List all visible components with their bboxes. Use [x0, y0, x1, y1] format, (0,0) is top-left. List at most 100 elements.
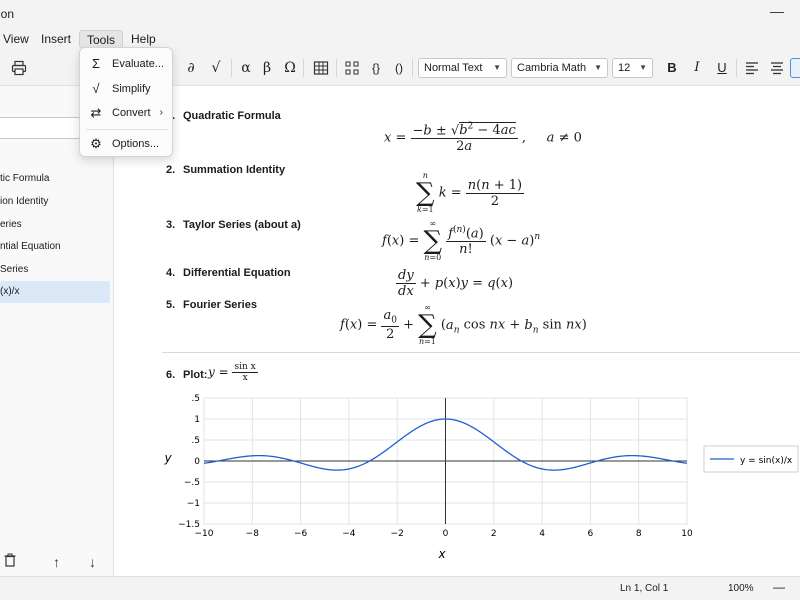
menu-help[interactable]: Help — [124, 30, 163, 48]
italic-button[interactable]: I — [688, 58, 706, 78]
section-title: Fourier Series — [183, 299, 257, 311]
chevron-down-icon: ▼ — [639, 63, 647, 72]
menu-view[interactable]: View — [0, 30, 36, 48]
x-tick-label: 6 — [588, 529, 594, 539]
y-tick-label: .5 — [191, 436, 200, 446]
legend-label: y = sin(x)/x — [740, 456, 793, 466]
arrow-down-icon[interactable]: ↓ — [89, 554, 96, 570]
size-dropdown-value: 12 — [618, 62, 631, 74]
quadratic-formula-equation: x = −b ± √b2 − 4ac 2a , a ≠ 0 — [384, 122, 582, 155]
x-tick-label: 10 — [681, 529, 693, 539]
tools-dropdown-menu: Σ Evaluate... √ Simplify ⇄ Convert › ⚙ O… — [79, 47, 173, 157]
x-tick-label: 0 — [443, 529, 449, 539]
style-dropdown[interactable]: Normal Text ▼ — [418, 58, 507, 78]
arrow-up-icon[interactable]: ↑ — [53, 554, 60, 570]
font-dropdown[interactable]: Cambria Math ▼ — [511, 58, 608, 78]
menu-item-label: Evaluate... — [112, 58, 164, 70]
zoom-out-button[interactable]: — — [773, 580, 785, 594]
x-tick-label: −10 — [195, 529, 214, 539]
menu-tools[interactable]: Tools — [79, 30, 124, 48]
legend: y = sin(x)/x — [703, 445, 799, 473]
differential-equation: dy dx + p(x)y = q(x) — [396, 268, 514, 299]
x-tick-label: 4 — [539, 529, 545, 539]
braces-button[interactable]: {} — [367, 58, 385, 78]
sidebar: s tic Formula ion Identity eries ntial E… — [0, 86, 114, 576]
toolbar-divider — [336, 59, 337, 77]
y-tick-label: 0 — [194, 457, 200, 467]
chevron-down-icon: ▼ — [493, 63, 501, 72]
cursor-position: Ln 1, Col 1 — [620, 583, 669, 594]
swap-arrows-icon: ⇄ — [90, 105, 102, 120]
section-title: Plot: — [183, 369, 208, 381]
gear-icon: ⚙ — [90, 136, 102, 151]
menu-item-evaluate[interactable]: Σ Evaluate... — [80, 52, 172, 76]
x-tick-label: −6 — [294, 529, 308, 539]
sigma-icon: Σ — [91, 56, 101, 71]
beta-symbol-button[interactable]: β — [258, 58, 276, 78]
trash-icon[interactable] — [4, 553, 16, 570]
alpha-symbol-button[interactable]: α — [237, 58, 255, 78]
section-title: Summation Identity — [183, 164, 286, 176]
toolbar-divider — [736, 59, 737, 77]
menu-insert[interactable]: Insert — [34, 30, 78, 48]
sidebar-item[interactable]: ntial Equation — [0, 236, 110, 258]
bold-button[interactable]: B — [663, 58, 681, 78]
align-right-icon[interactable] — [790, 58, 800, 78]
search-input[interactable]: s — [0, 117, 90, 139]
align-center-icon[interactable] — [768, 58, 786, 78]
omega-symbol-button[interactable]: Ω — [281, 58, 299, 78]
chevron-down-icon: ▼ — [594, 63, 602, 72]
menu-item-label: Simplify — [112, 83, 151, 95]
menu-item-convert[interactable]: ⇄ Convert › — [80, 101, 172, 125]
font-dropdown-value: Cambria Math — [517, 62, 587, 74]
align-left-icon[interactable] — [743, 58, 761, 78]
menu-item-label: Options... — [112, 138, 160, 150]
menu-divider — [86, 129, 168, 130]
sidebar-item[interactable]: tic Formula — [0, 168, 110, 190]
x-tick-label: −4 — [342, 529, 356, 539]
zoom-level: 100% — [728, 583, 754, 594]
section-number: 5. — [166, 299, 176, 311]
x-tick-label: −8 — [246, 529, 260, 539]
y-tick-labels: −1.5 −1 −.5 0 .5 1 .5 — [178, 394, 200, 530]
underline-button[interactable]: U — [713, 58, 731, 78]
section-number: 2. — [166, 164, 176, 176]
sidebar-item[interactable]: eries — [0, 214, 110, 236]
x-tick-labels: −10 −8 −6 −4 −2 0 2 4 6 8 10 — [195, 529, 693, 539]
table-icon[interactable] — [312, 58, 330, 78]
sinc-plot[interactable]: −10 −8 −6 −4 −2 0 2 4 6 8 10 −1.5 −1 −.5 0 .5 1 .5 x y y… — [114, 386, 800, 566]
sidebar-item-selected[interactable]: (x)/x — [0, 281, 110, 303]
sidebar-item[interactable]: ion Identity — [0, 191, 110, 213]
menu-item-options[interactable]: ⚙ Options... — [80, 132, 172, 156]
fourier-series-equation: f(x) = a0 2 + ∞ ∑ n=1 (an cos nx + bn sin n… — [340, 303, 587, 346]
x-tick-label: 8 — [636, 529, 642, 539]
print-icon[interactable] — [10, 58, 28, 78]
size-dropdown[interactable]: 12 ▼ — [612, 58, 653, 78]
sidebar-item[interactable]: Series — [0, 259, 110, 281]
sqrt-icon: √ — [92, 81, 100, 96]
title-bar: ion — — [0, 0, 800, 28]
menu-item-label: Convert — [112, 107, 151, 119]
y-tick-label: 1 — [194, 415, 200, 425]
style-dropdown-value: Normal Text — [424, 62, 483, 74]
window-title: ion — [0, 7, 15, 21]
toolbar-divider — [231, 59, 232, 77]
x-tick-label: 2 — [491, 529, 497, 539]
menu-item-simplify[interactable]: √ Simplify — [80, 77, 172, 101]
section-divider — [162, 352, 800, 353]
y-axis-label: y — [163, 451, 172, 465]
document-canvas[interactable]: 1. Quadratic Formula x = −b ± √b2 − 4ac2… — [114, 86, 800, 576]
status-bar: Ln 1, Col 1 100% — — [0, 576, 800, 600]
partial-symbol-button[interactable]: ∂ — [182, 58, 200, 78]
plot-title-equation: y = sin xx — [208, 362, 258, 383]
sqrt-symbol-button[interactable]: √ — [207, 58, 225, 78]
section-title: Quadratic Formula — [183, 110, 281, 122]
section-number: 4. — [166, 267, 176, 279]
chevron-right-icon: › — [159, 107, 163, 118]
parens-button[interactable]: () — [390, 58, 408, 78]
taylor-series-equation: f(x) = ∞ ∑ n=0 f(n)(a) n! (x − a)n — [382, 219, 541, 262]
matrix-icon[interactable] — [343, 58, 361, 78]
section-number: 3. — [166, 219, 176, 231]
minimize-button[interactable]: — — [770, 3, 784, 19]
section-title: Taylor Series (about a) — [183, 219, 301, 231]
